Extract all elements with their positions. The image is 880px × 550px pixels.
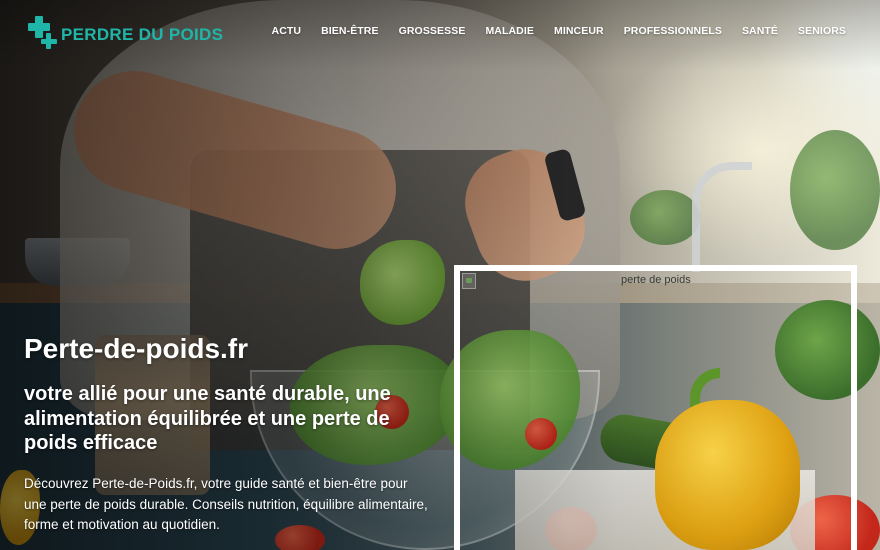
hero-image-alt: perte de poids [621,274,691,286]
nav-item-maladie[interactable]: MALADIE [485,25,534,37]
nav-item-bien-etre[interactable]: BIEN-ÊTRE [321,25,379,37]
nav-item-minceur[interactable]: MINCEUR [554,25,604,37]
nav-item-grossesse[interactable]: GROSSESSE [399,25,466,37]
hero-image-frame: perte de poids [454,265,857,550]
hero-subtitle: votre allié pour une santé durable, une … [24,383,391,454]
hero-description: Découvrez Perte-de-Poids.fr, votre guide… [24,476,428,532]
site-header: PERDRE DU POIDS ACTU BIEN-ÊTRE GROSSESSE… [0,0,880,66]
medical-cross-icon [28,16,60,50]
nav-item-professionnels[interactable]: PROFESSIONNELS [624,25,722,37]
nav-item-sante[interactable]: SANTÉ [742,25,778,37]
nav-item-actu[interactable]: ACTU [272,25,302,37]
nav-item-seniors[interactable]: SENIORS [798,25,846,37]
logo-text: PERDRE DU POIDS [61,25,224,44]
site-logo[interactable]: PERDRE DU POIDS [28,15,223,51]
main-nav: ACTU BIEN-ÊTRE GROSSESSE MALADIE MINCEUR… [252,25,846,37]
hero-title: Perte-de-poids.fr [24,333,249,364]
broken-image-icon [462,273,476,289]
